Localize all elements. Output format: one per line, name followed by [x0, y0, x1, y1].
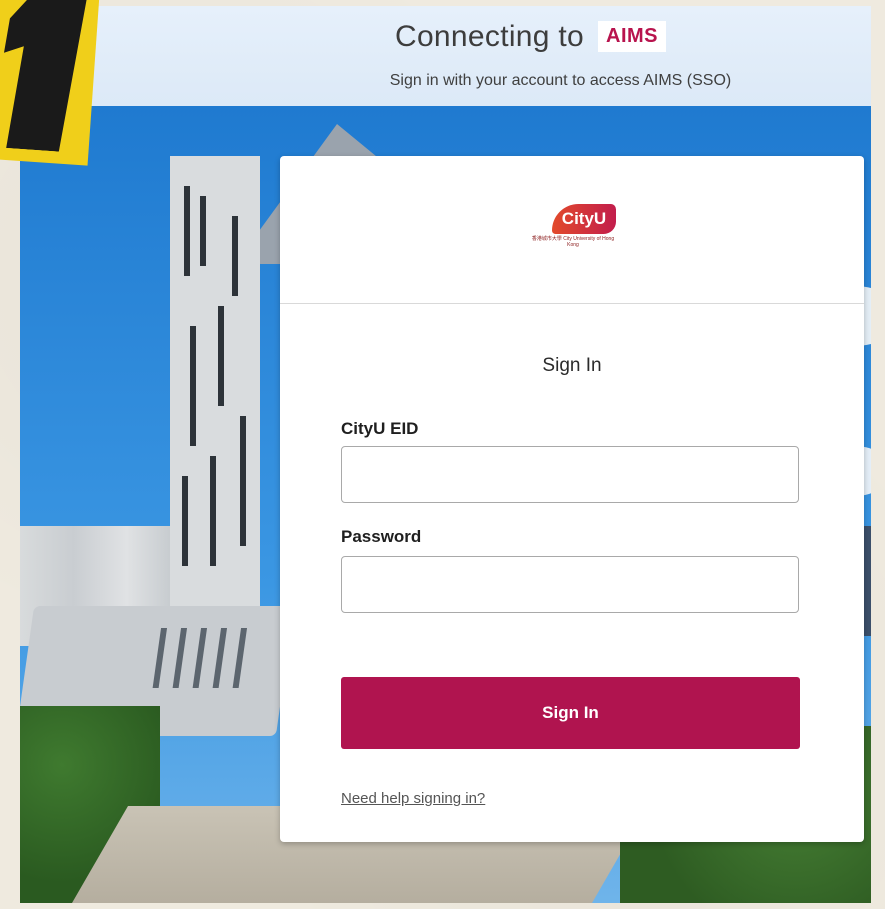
header-subtitle: Sign in with your account to access AIMS…: [389, 72, 732, 89]
password-input[interactable]: [341, 556, 799, 613]
eid-input[interactable]: [341, 446, 799, 503]
header-title-prefix: Connecting to: [394, 20, 585, 53]
login-card: CityU 香港城市大學 City University of Hong Kon…: [280, 156, 864, 842]
sso-header: Connecting to AIMS Sign in with your acco…: [20, 6, 871, 106]
sticker-badge: [0, 0, 101, 166]
sticker-glyph: [0, 0, 87, 153]
sso-screenshot: Connecting to AIMS Sign in with your acco…: [20, 6, 871, 903]
logo-area: CityU 香港城市大學 City University of Hong Kon…: [280, 156, 864, 304]
sign-in-title: Sign In: [542, 355, 602, 376]
password-label: Password: [341, 527, 422, 546]
eid-label: CityU EID: [341, 419, 419, 438]
cityu-logo: CityU 香港城市大學 City University of Hong Kon…: [528, 204, 618, 256]
app-name-chip: AIMS: [598, 21, 667, 52]
campus-tower: [170, 156, 260, 626]
cityu-logo-wordmark: CityU: [552, 204, 616, 234]
cityu-logo-tagline: 香港城市大學 City University of Hong Kong: [531, 236, 615, 248]
sign-in-button[interactable]: Sign In: [341, 677, 800, 749]
help-link[interactable]: Need help signing in?: [341, 790, 485, 807]
header-title: Connecting to AIMS: [20, 20, 871, 54]
